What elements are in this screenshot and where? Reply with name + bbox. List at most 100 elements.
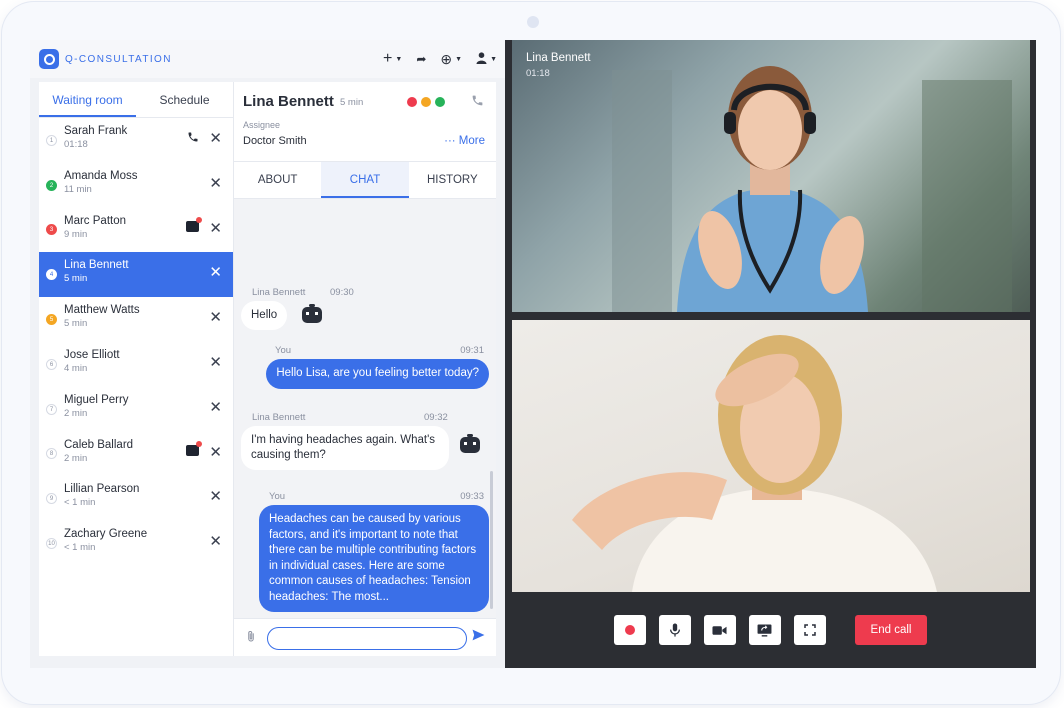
queue-item[interactable]: 10 Zachary Greene < 1 min ✕ <box>39 521 233 566</box>
device-frame: Q-CONSULTATION + ▼ ➦ ⊕ ▼ ▼ Waiting room … <box>2 2 1060 704</box>
queue-item-text: Zachary Greene < 1 min <box>64 528 147 553</box>
app-name: Q-CONSULTATION <box>65 53 172 65</box>
queue-patient-name: Sarah Frank <box>64 125 128 137</box>
message-time: 09:32 <box>424 412 448 423</box>
close-icon[interactable]: ✕ <box>209 310 222 326</box>
queue-item-text: Miguel Perry 2 min <box>64 394 129 419</box>
chevron-down-icon: ▼ <box>395 55 403 63</box>
close-icon[interactable]: ✕ <box>209 489 222 505</box>
record-button[interactable] <box>613 615 646 645</box>
queue-patient-name: Marc Patton <box>64 214 126 227</box>
chevron-down-icon: ▼ <box>455 55 463 63</box>
bot-icon <box>460 434 480 453</box>
attachment-icon[interactable] <box>245 630 257 646</box>
queue-patient-name: Caleb Ballard <box>64 438 134 451</box>
message-bubble-outgoing: Headaches can be caused by various facto… <box>259 505 489 612</box>
user-icon <box>476 51 487 67</box>
queue-patient-name: Miguel Perry <box>64 393 129 406</box>
top-actions: + ▼ ➦ ⊕ ▼ ▼ <box>383 40 497 78</box>
camera-button[interactable] <box>703 615 736 645</box>
wait-duration: 5 min <box>340 97 364 108</box>
local-video <box>512 320 1030 592</box>
end-call-button[interactable]: End call <box>854 615 928 645</box>
queue-patient-name: Amanda Moss <box>64 169 138 182</box>
app-logo[interactable]: Q-CONSULTATION <box>39 49 172 69</box>
chat-scrollbar[interactable] <box>490 471 493 609</box>
language-menu-button[interactable]: ⊕ ▼ <box>440 51 462 68</box>
queue-item[interactable]: 3 Marc Patton 9 min ✕ <box>39 208 233 253</box>
queue-number-badge: 1 <box>46 134 57 146</box>
message-time: 09:33 <box>460 491 484 502</box>
queue-number-badge: 2 <box>46 179 57 191</box>
queue-wait-time: 2 min <box>64 452 88 464</box>
queue-number-badge: 8 <box>46 448 57 460</box>
record-icon <box>624 625 635 635</box>
message-time: 09:31 <box>460 345 484 356</box>
queue-wait-time: < 1 min <box>64 542 96 554</box>
screen-share-button[interactable] <box>748 615 781 645</box>
queue-wait-time: < 1 min <box>64 497 96 509</box>
close-icon[interactable]: ✕ <box>209 220 222 237</box>
assignee-label: Assignee <box>243 120 281 130</box>
queue-tabs: Waiting room Schedule <box>39 82 233 118</box>
microphone-icon <box>669 623 680 637</box>
tab-history[interactable]: HISTORY <box>409 162 496 198</box>
message-bubble-outgoing: Hello Lisa, are you feeling better today… <box>266 359 489 389</box>
queue-patient-name: Lillian Pearson <box>64 483 140 496</box>
close-icon[interactable]: ✕ <box>209 175 222 192</box>
chevron-down-icon: ▼ <box>490 55 497 63</box>
queue-wait-time: 11 min <box>64 183 92 195</box>
close-icon[interactable]: ✕ <box>209 534 222 550</box>
phone-forward-icon[interactable] <box>187 131 199 146</box>
queue-item[interactable]: 7 Miguel Perry 2 min ✕ <box>39 387 233 432</box>
queue-item-text: Marc Patton 9 min <box>64 215 126 240</box>
camera-dot <box>527 16 539 28</box>
queue-item[interactable]: 6 Jose Elliott 4 min ✕ <box>39 342 233 387</box>
queue-item[interactable]: 5 Matthew Watts 5 min ✕ <box>39 297 233 342</box>
status-dot-yellow[interactable] <box>421 97 431 107</box>
phone-icon[interactable] <box>471 94 484 110</box>
queue-item-text: Caleb Ballard 2 min <box>64 439 133 464</box>
queue-number-badge: 9 <box>46 493 57 505</box>
fullscreen-button[interactable] <box>793 615 826 645</box>
tab-schedule[interactable]: Schedule <box>136 82 233 117</box>
conversation-header: Lina Bennett 5 min Assignee Doctor Smith… <box>234 82 496 162</box>
message-time: 09:30 <box>330 287 354 298</box>
queue-patient-name: Lina Bennett <box>64 259 129 272</box>
patient-name: Lina Bennett <box>243 93 334 110</box>
queue-item[interactable]: 2 Amanda Moss 11 min ✕ <box>39 163 233 208</box>
queue-wait-time: 5 min <box>64 273 88 285</box>
add-menu-button[interactable]: + ▼ <box>383 50 402 68</box>
status-dots <box>407 97 445 107</box>
queue-number-badge: 6 <box>46 358 57 370</box>
microphone-button[interactable] <box>658 615 691 645</box>
share-button[interactable]: ➦ <box>416 52 426 66</box>
unread-message-icon[interactable] <box>186 216 202 232</box>
queue-item[interactable]: 9 Lillian Pearson < 1 min ✕ <box>39 476 233 521</box>
tab-about[interactable]: ABOUT <box>234 162 321 198</box>
screen-share-icon <box>757 623 772 637</box>
user-menu-button[interactable]: ▼ <box>476 51 497 67</box>
conversation-panel: Lina Bennett 5 min Assignee Doctor Smith… <box>234 82 496 656</box>
close-icon[interactable]: ✕ <box>209 131 222 147</box>
message-input[interactable] <box>267 627 467 650</box>
more-button[interactable]: ··· More <box>444 135 485 147</box>
status-dot-green[interactable] <box>435 97 445 107</box>
send-icon[interactable] <box>472 629 485 644</box>
tab-chat[interactable]: CHAT <box>321 162 409 198</box>
queue-number-badge: 5 <box>46 314 57 326</box>
queue-number-badge: 4 <box>46 269 57 281</box>
close-icon[interactable]: ✕ <box>209 265 222 281</box>
queue-item[interactable]: 4 Lina Bennett 5 min ✕ <box>39 252 233 298</box>
unread-message-icon[interactable] <box>186 440 202 456</box>
tab-waiting-room[interactable]: Waiting room <box>39 82 136 117</box>
message-bubble-incoming: I'm having headaches again. What's causi… <box>241 426 449 470</box>
close-icon[interactable]: ✕ <box>209 444 222 461</box>
queue-item[interactable]: 8 Caleb Ballard 2 min ✕ <box>39 432 233 477</box>
queue-item[interactable]: 1 Sarah Frank 01:18 ✕ <box>39 118 233 163</box>
fullscreen-icon <box>803 624 816 636</box>
status-dot-red[interactable] <box>407 97 417 107</box>
close-icon[interactable]: ✕ <box>209 399 222 416</box>
close-icon[interactable]: ✕ <box>209 354 222 371</box>
queue-item-text: Matthew Watts 5 min <box>64 304 140 329</box>
